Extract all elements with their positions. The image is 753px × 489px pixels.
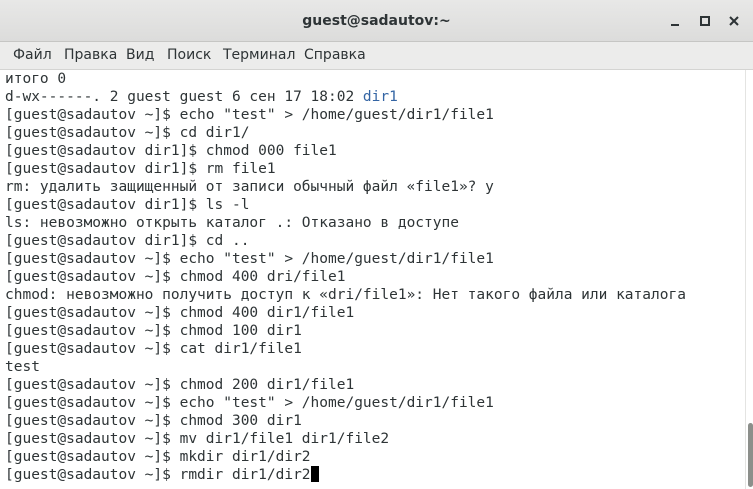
close-button[interactable]: [724, 11, 744, 31]
terminal-line: [guest@sadautov ~]$ cd dir1/: [5, 125, 250, 141]
menu-terminal[interactable]: Терминал: [223, 47, 295, 63]
terminal-prompt-line[interactable]: [guest@sadautov ~]$ rmdir dir1/dir2: [5, 466, 319, 484]
menu-bar: Файл Правка Вид Поиск Терминал Справка: [0, 42, 753, 70]
terminal-line: ls: невозможно открыть каталог .: Отказа…: [5, 215, 459, 231]
terminal-line: d-wx------. 2 guest guest 6 сен 17 18:02…: [5, 88, 398, 106]
menu-help[interactable]: Справка: [304, 47, 366, 63]
maximize-icon: [700, 16, 710, 26]
terminal-line: [guest@sadautov dir1]$ ls -l: [5, 197, 250, 213]
terminal-line: [guest@sadautov ~]$ chmod 200 dir1/file1: [5, 377, 355, 393]
terminal-line: [guest@sadautov ~]$ echo "test" > /home/…: [5, 251, 494, 267]
terminal-line: [guest@sadautov ~]$ chmod 300 dir1: [5, 413, 302, 429]
terminal-output[interactable]: итого 0 d-wx------. 2 guest guest 6 сен …: [0, 70, 745, 489]
terminal-line: [guest@sadautov ~]$ mkdir dir1/dir2: [5, 449, 311, 465]
minimize-button[interactable]: [665, 11, 685, 31]
terminal-line: [guest@sadautov dir1]$ chmod 000 file1: [5, 143, 337, 159]
terminal-line: итого 0: [5, 71, 67, 87]
current-command: [guest@sadautov ~]$ rmdir dir1/dir2: [5, 467, 311, 483]
terminal-line: [guest@sadautov dir1]$ cd ..: [5, 233, 250, 249]
minimize-icon: [671, 24, 679, 26]
terminal-line: test: [5, 359, 40, 375]
menu-file[interactable]: Файл: [13, 47, 52, 63]
terminal-line: chmod: невозможно получить доступ к «dri…: [5, 287, 686, 303]
maximize-button[interactable]: [695, 11, 715, 31]
scrollbar-thumb[interactable]: [748, 423, 753, 487]
text-cursor: [310, 466, 319, 482]
menu-search[interactable]: Поиск: [167, 47, 211, 63]
terminal-line: [guest@sadautov ~]$ chmod 100 dir1: [5, 323, 302, 339]
terminal-window: guest@sadautov:~ Файл Правка Вид Поиск Т…: [0, 0, 753, 489]
terminal-line: [guest@sadautov ~]$ cat dir1/file1: [5, 341, 302, 357]
terminal-line: [guest@sadautov ~]$ mv dir1/file1 dir1/f…: [5, 431, 390, 447]
close-icon: [729, 16, 739, 26]
window-title: guest@sadautov:~: [302, 13, 451, 29]
scrollbar[interactable]: [745, 70, 753, 489]
listing-text: d-wx------. 2 guest guest 6 сен 17 18:02: [5, 89, 363, 105]
terminal-line: rm: удалить защищенный от записи обычный…: [5, 179, 494, 195]
terminal-line: [guest@sadautov ~]$ chmod 400 dir1/file1: [5, 305, 355, 321]
terminal-line: [guest@sadautov dir1]$ rm file1: [5, 161, 276, 177]
directory-name: dir1: [362, 89, 398, 105]
terminal-line: [guest@sadautov ~]$ echo "test" > /home/…: [5, 395, 494, 411]
title-bar[interactable]: guest@sadautov:~: [0, 0, 753, 42]
menu-edit[interactable]: Правка: [64, 47, 117, 63]
terminal-line: [guest@sadautov ~]$ echo "test" > /home/…: [5, 107, 494, 123]
terminal-line: [guest@sadautov ~]$ chmod 400 dri/file1: [5, 269, 346, 285]
menu-view[interactable]: Вид: [126, 47, 154, 63]
